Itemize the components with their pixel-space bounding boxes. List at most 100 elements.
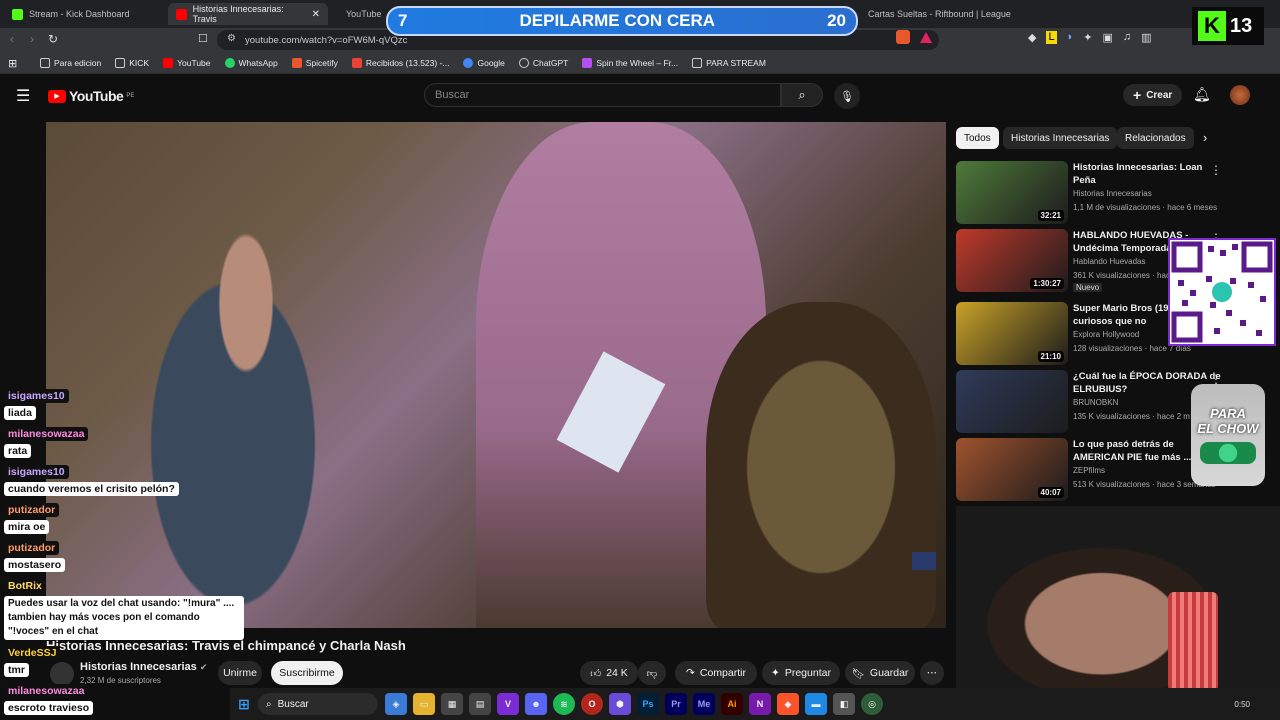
bookmark-chatgpt[interactable]: ChatGPT [518, 57, 568, 68]
opera-icon[interactable]: O [581, 693, 603, 715]
bookmark-para-stream[interactable]: PARA STREAM [692, 57, 766, 68]
brave-rewards-icon[interactable] [920, 32, 932, 43]
copilot-icon[interactable]: ◈ [385, 693, 407, 715]
app-icon[interactable]: V [497, 693, 519, 715]
reload-icon[interactable]: ↻ [48, 32, 58, 46]
bookmark-google[interactable]: Google [463, 57, 505, 68]
video-frame-chair [706, 302, 936, 628]
puzzle-icon[interactable]: ✦ [1083, 31, 1092, 44]
video-thumbnail[interactable]: 40:07 [956, 438, 1068, 501]
tab-kick-dashboard[interactable]: Stream - Kick Dashboard [4, 3, 164, 25]
chip-todos[interactable]: Todos [956, 127, 999, 149]
subscribe-button[interactable]: Suscribirme [271, 661, 343, 685]
recommendation-channel[interactable]: ZEPfilms [1073, 466, 1105, 475]
video-thumbnail[interactable]: 1:30:27 [956, 229, 1068, 292]
more-vert-icon[interactable]: ⋮ [1210, 163, 1222, 177]
taskbar-search[interactable]: ⌕ Buscar [258, 693, 378, 715]
bookmark-whatsapp[interactable]: WhatsApp [224, 57, 278, 68]
like-button[interactable]: 👍︎ 24 K [580, 661, 638, 685]
file-explorer-icon[interactable]: ▭ [413, 693, 435, 715]
channel-name[interactable]: Historias Innecesarias ✔ [80, 661, 207, 673]
recommendation-channel[interactable]: Historias Innecesarias [1073, 189, 1152, 198]
chat-username: milanesowazaa [4, 427, 89, 441]
site-info-icon[interactable]: ⚙ [227, 33, 236, 44]
forward-icon[interactable]: › [30, 32, 34, 46]
bookmark-spicetify[interactable]: Spicetify [291, 57, 338, 68]
more-actions-button[interactable]: ⋯ [920, 661, 944, 685]
channel-name-text: Historias Innecesarias [80, 661, 197, 673]
chevron-right-icon[interactable]: › [1203, 130, 1207, 145]
recommendation-channel[interactable]: Hablando Huevadas [1073, 257, 1146, 266]
chat-username: putizador [4, 503, 60, 517]
search-button[interactable]: ⌕ [781, 83, 823, 107]
bookmark-para-edicion[interactable]: Para edicion [40, 57, 101, 68]
join-button[interactable]: Unirme [218, 661, 262, 685]
viewer-count: 13 [1230, 14, 1253, 37]
extension-icon[interactable]: L [1046, 31, 1057, 44]
recommendation-channel[interactable]: BRUNOBKN [1073, 398, 1118, 407]
subscribe-label: Suscribirme [279, 667, 335, 679]
video-thumbnail[interactable]: 32:21 [956, 161, 1068, 224]
onenote-icon[interactable]: N [749, 693, 771, 715]
channel-watermark-icon [912, 552, 936, 570]
app-icon[interactable]: ◧ [833, 693, 855, 715]
create-button[interactable]: + Crear [1123, 84, 1183, 106]
chip-relacionados[interactable]: Relacionados [1117, 127, 1194, 149]
app-icon[interactable]: ▬ [805, 693, 827, 715]
illustrator-icon[interactable]: Ai [721, 693, 743, 715]
video-thumbnail[interactable] [956, 370, 1068, 433]
channel-avatar[interactable] [50, 662, 74, 686]
premiere-icon[interactable]: Pr [665, 693, 687, 715]
chat-message: mostasero [4, 558, 66, 572]
create-label: Crear [1146, 89, 1173, 101]
notifications-bell-icon[interactable]: 🔔︎ [1193, 86, 1211, 103]
sidebar-icon[interactable]: ▥ [1141, 31, 1151, 44]
chip-historias[interactable]: Historias Innecesarias [1003, 127, 1118, 149]
clock: 0:50 [1234, 699, 1250, 709]
apps-grid-icon[interactable]: ⊞ [8, 57, 17, 70]
search-icon: ⌕ [266, 698, 272, 710]
app-icon[interactable]: ▤ [469, 693, 491, 715]
video-thumbnail[interactable]: 21:10 [956, 302, 1068, 365]
bookmark-spin-wheel[interactable]: Spin the Wheel – Fr... [582, 57, 679, 68]
voice-search-button[interactable]: 🎙︎ [834, 83, 860, 109]
share-button[interactable]: ↷ Compartir [675, 661, 757, 685]
brave-icon[interactable]: ◆ [777, 693, 799, 715]
dislike-button[interactable]: 👎︎ [638, 661, 666, 685]
back-icon[interactable]: ‹ [10, 32, 14, 46]
extension-icon[interactable]: ◗ [1067, 31, 1074, 44]
app-icon[interactable]: ◎ [861, 693, 883, 715]
tab-cartas-sueltas[interactable]: Cartas Sueltas - Riftbound | League [860, 3, 1020, 25]
youtube-logo[interactable]: ▶ YouTube PE [48, 88, 134, 104]
close-tab-icon[interactable]: ✕ [312, 9, 320, 20]
save-button[interactable]: 🔖︎ Guardar [845, 661, 915, 685]
recommendation-channel[interactable]: Explora Hollywood [1073, 330, 1139, 339]
extension-icon[interactable]: ◆ [1028, 31, 1036, 44]
bookmark-gmail[interactable]: Recibidos (13.523) -... [351, 57, 449, 68]
recommendation-item[interactable]: 32:21 Historias Innecesarias: Loan Peña Hi… [956, 161, 1256, 225]
bookmark-icon[interactable]: ☐ [198, 32, 208, 45]
media-icon[interactable]: ♫ [1123, 31, 1131, 44]
extensions-area: ◆ L ◗ ✦ ▣ ♫ ▥ [1028, 31, 1152, 44]
tab-youtube[interactable]: YouTube [332, 3, 386, 25]
spotify-icon[interactable]: ≋ [553, 693, 575, 715]
bookmarks-bar: ⊞ Para edicion KICK YouTube WhatsApp Spi… [0, 52, 1280, 74]
brave-shield-icon[interactable] [896, 30, 910, 44]
avatar[interactable] [1230, 85, 1250, 105]
ask-button[interactable]: ✦ Preguntar [762, 661, 840, 685]
extension-icon[interactable]: ▣ [1102, 31, 1112, 44]
obs-icon[interactable]: ⬢ [609, 693, 631, 715]
tab-historias[interactable]: Historias Innecesarias: Travis ✕ [168, 3, 328, 25]
bookmark-kick[interactable]: KICK [115, 57, 149, 68]
discord-icon[interactable]: ☻ [525, 693, 547, 715]
bookmark-youtube[interactable]: YouTube [163, 57, 211, 68]
windows-start-icon[interactable]: ⊞ [233, 693, 255, 715]
media-encoder-icon[interactable]: Me [693, 693, 715, 715]
store-icon[interactable]: ▦ [441, 693, 463, 715]
search-input[interactable]: Buscar [424, 83, 781, 107]
recommendation-title[interactable]: Historias Innecesarias: Loan Peña [1073, 161, 1223, 187]
video-player[interactable] [46, 122, 946, 628]
menu-icon[interactable]: ☰ [16, 86, 30, 106]
photoshop-icon[interactable]: Ps [637, 693, 659, 715]
bookmark-label: Spin the Wheel – Fr... [596, 57, 679, 68]
